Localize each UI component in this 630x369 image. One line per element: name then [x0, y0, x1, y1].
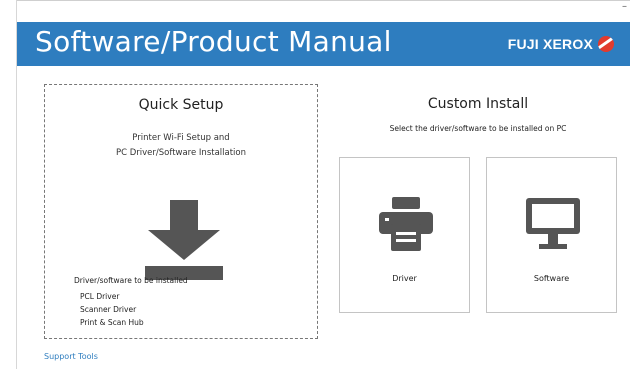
install-list-item: Scanner Driver [80, 305, 137, 314]
quick-setup-subtitle-line2: PC Driver/Software Installation [115, 148, 247, 158]
custom-install-subtitle: Select the driver/software to be install… [389, 124, 567, 133]
printer-icon [379, 197, 433, 251]
install-list-title: Driver/software to be installed [74, 276, 188, 285]
window-left-edge [0, 0, 17, 369]
minimize-button[interactable]: – [622, 1, 627, 13]
monitor-icon [526, 198, 580, 249]
fuji-xerox-logo-icon [598, 36, 614, 52]
quick-setup-subtitle-line1: Printer Wi-Fi Setup and [132, 133, 230, 143]
install-list-item: Print & Scan Hub [80, 318, 144, 327]
software-button[interactable]: Software [486, 157, 617, 313]
support-tools-link[interactable]: Support Tools [44, 352, 98, 361]
quick-setup-title: Quick Setup [138, 97, 224, 113]
app-header: Software/Product Manual FUJI XEROX [17, 22, 630, 66]
brand: FUJI XEROX [508, 36, 614, 52]
quick-setup-subtitle: Printer Wi-Fi Setup and PC Driver/Softwa… [45, 131, 317, 161]
app-title: Software/Product Manual [35, 25, 392, 58]
install-list-item: PCL Driver [80, 292, 120, 301]
quick-setup-button[interactable]: Quick Setup Printer Wi-Fi Setup and PC D… [44, 84, 318, 339]
driver-button[interactable]: Driver [339, 157, 470, 313]
install-list: PCL Driver Scanner Driver Print & Scan H… [80, 290, 144, 329]
brand-name: FUJI XEROX [507, 36, 593, 52]
driver-label: Driver [392, 274, 417, 283]
title-bar: – [17, 0, 630, 22]
software-label: Software [533, 274, 570, 283]
custom-install-title: Custom Install [427, 96, 529, 112]
